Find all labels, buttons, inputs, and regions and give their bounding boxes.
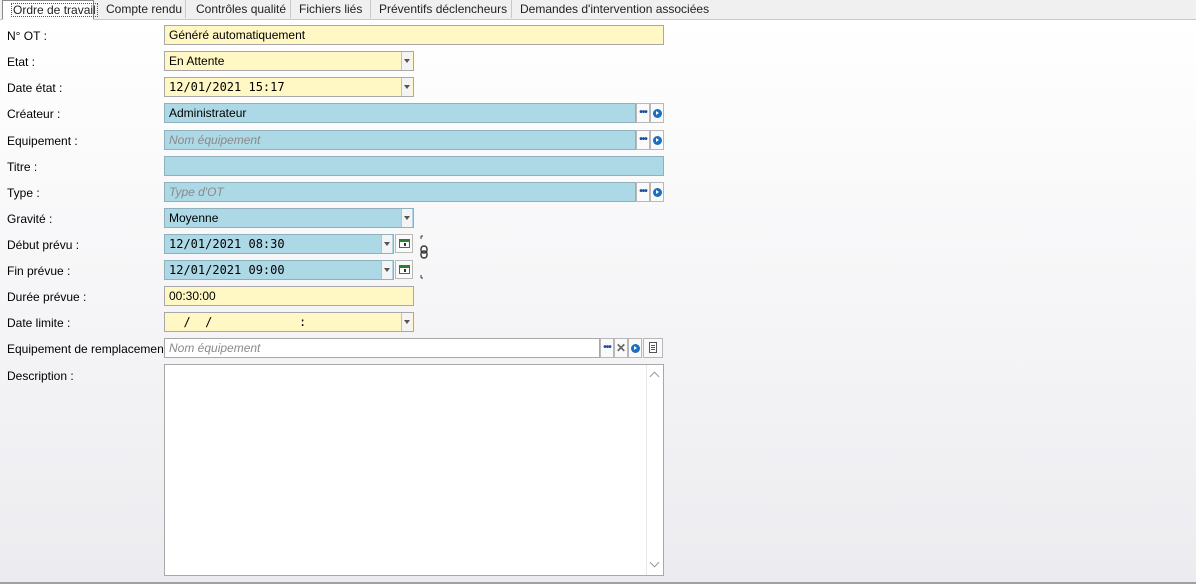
gravite-select[interactable]: Moyenne [164, 208, 414, 228]
scroll-up-icon[interactable] [649, 371, 660, 382]
calendar-icon [399, 265, 410, 274]
date-etat-field[interactable]: 12/01/2021 15:17 [164, 77, 414, 97]
tab-bar: Ordre de travail Compte rendu Contrôles … [0, 0, 1196, 20]
go-icon [652, 135, 662, 145]
link-chain-icon[interactable] [420, 234, 428, 280]
num-ot-label: N° OT : [7, 29, 47, 43]
createur-browse-button[interactable]: ••• [636, 103, 650, 123]
equipement-remplacement-document-button[interactable] [643, 338, 663, 358]
etat-label: Etat : [7, 55, 36, 69]
type-go-button[interactable] [650, 182, 664, 202]
description-scrollbar[interactable] [646, 365, 663, 575]
duree-prevue-label: Durée prévue : [7, 290, 87, 304]
tab-demandes-intervention[interactable]: Demandes d'intervention associées [512, 0, 709, 18]
tab-controles-qualite[interactable]: Contrôles qualité [188, 0, 291, 18]
ellipsis-icon: ••• [639, 107, 647, 118]
tab-fichiers-lies[interactable]: Fichiers liés [291, 0, 371, 18]
fin-prevue-label: Fin prévue : [7, 264, 71, 278]
go-icon [652, 187, 662, 197]
go-icon [652, 108, 662, 118]
titre-label: Titre : [7, 160, 38, 174]
type-label: Type : [7, 186, 40, 200]
equipement-remplacement-browse-button[interactable]: ••• [600, 338, 614, 358]
createur-label: Créateur : [7, 107, 61, 121]
document-icon [649, 342, 657, 353]
date-etat-label: Date état : [7, 81, 63, 95]
etat-select[interactable]: En Attente [164, 51, 414, 71]
equipement-browse-button[interactable]: ••• [636, 130, 650, 150]
type-field[interactable]: Type d'OT [164, 182, 636, 202]
calendar-icon [399, 239, 410, 248]
equipement-remplacement-label: Equipement de remplacement : [7, 342, 174, 356]
fin-prevue-field[interactable]: 12/01/2021 09:00 [164, 260, 394, 280]
duree-prevue-field[interactable]: 00:30:00 [164, 286, 414, 306]
debut-prevu-label: Début prévu : [7, 238, 80, 252]
etat-dropdown-button[interactable] [401, 52, 412, 70]
date-limite-field[interactable]: / / : [164, 312, 414, 332]
gravite-label: Gravité : [7, 212, 53, 226]
titre-field[interactable] [164, 156, 664, 176]
date-limite-label: Date limite : [7, 316, 71, 330]
description-label: Description : [7, 369, 74, 383]
date-limite-dropdown-button[interactable] [401, 313, 412, 331]
tab-ordre-de-travail[interactable]: Ordre de travail [2, 0, 98, 20]
ellipsis-icon: ••• [639, 186, 647, 197]
debut-prevu-field[interactable]: 12/01/2021 08:30 [164, 234, 394, 254]
tab-compte-rendu[interactable]: Compte rendu [98, 0, 186, 18]
equipement-remplacement-field[interactable]: Nom équipement [164, 338, 600, 358]
description-textarea[interactable] [164, 364, 664, 576]
num-ot-field[interactable]: Généré automatiquement [164, 25, 664, 45]
equipement-go-button[interactable] [650, 130, 664, 150]
createur-go-button[interactable] [650, 103, 664, 123]
equipement-field[interactable]: Nom équipement [164, 130, 636, 150]
equipement-label: Equipement : [7, 134, 78, 148]
createur-field[interactable]: Administrateur [164, 103, 636, 123]
ellipsis-icon: ••• [603, 342, 611, 353]
debut-prevu-calendar-button[interactable] [395, 234, 413, 253]
gravite-dropdown-button[interactable] [401, 209, 412, 227]
equipement-remplacement-clear-button[interactable]: ✕ [614, 338, 628, 358]
ellipsis-icon: ••• [639, 134, 647, 145]
tab-preventifs-declencheurs[interactable]: Préventifs déclencheurs [371, 0, 512, 18]
clear-icon: ✕ [615, 341, 627, 355]
type-browse-button[interactable]: ••• [636, 182, 650, 202]
fin-prevue-dropdown-button[interactable] [381, 261, 392, 279]
fin-prevue-calendar-button[interactable] [395, 260, 413, 279]
equipement-remplacement-go-button[interactable] [628, 338, 642, 358]
go-icon [630, 343, 640, 353]
date-etat-dropdown-button[interactable] [401, 78, 412, 96]
scroll-down-icon[interactable] [649, 557, 660, 568]
debut-prevu-dropdown-button[interactable] [381, 235, 392, 253]
